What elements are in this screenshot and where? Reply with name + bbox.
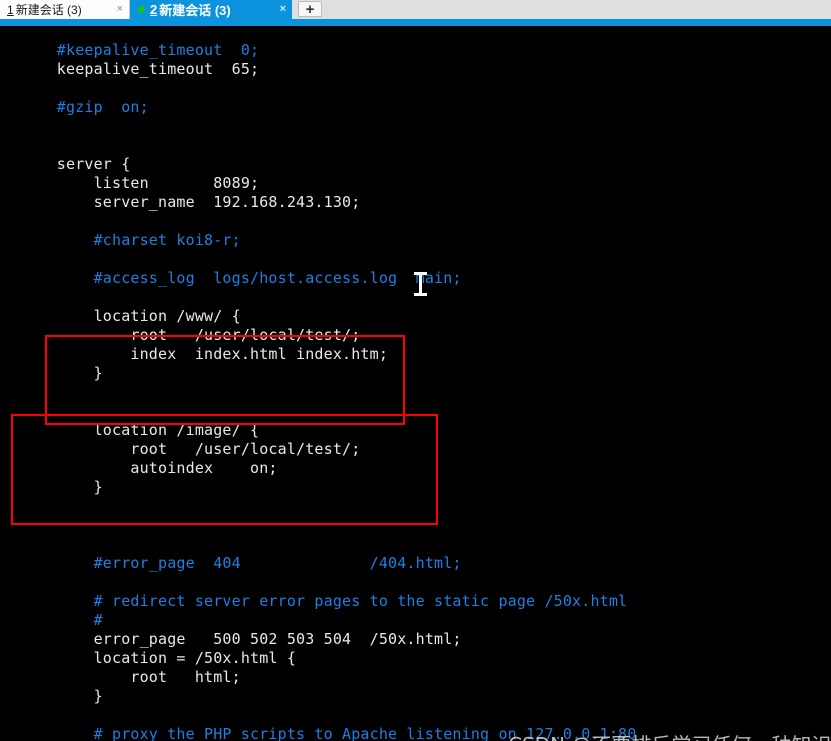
code-line: autoindex on; bbox=[20, 459, 278, 477]
code-line: root /user/local/test/; bbox=[20, 326, 361, 344]
code-line: #error_page 404 /404.html; bbox=[20, 554, 462, 572]
new-tab-button[interactable]: + bbox=[298, 1, 322, 18]
code-line: server { bbox=[20, 155, 131, 173]
terminal-pane[interactable]: #keepalive_timeout 0; keepalive_timeout … bbox=[0, 26, 831, 741]
code-line: } bbox=[20, 364, 103, 382]
code-line: root /user/local/test/; bbox=[20, 440, 361, 458]
code-line: #charset koi8-r; bbox=[20, 231, 241, 249]
code-line: #access_log logs/host.access.log main; bbox=[20, 269, 462, 287]
tab-2-label: 新建会话 (3) bbox=[159, 3, 231, 18]
text-cursor-icon bbox=[414, 272, 427, 296]
code-line: server_name 192.168.243.130; bbox=[20, 193, 361, 211]
code-line: } bbox=[20, 687, 103, 705]
tab-session-2[interactable]: 2 新建会话 (3) × bbox=[130, 0, 292, 19]
nginx-conf-text: #keepalive_timeout 0; keepalive_timeout … bbox=[20, 41, 636, 741]
tab-session-1[interactable]: 1 新建会话 (3) × bbox=[0, 0, 130, 19]
code-line: location = /50x.html { bbox=[20, 649, 297, 667]
tab-bar: 1 新建会话 (3) × 2 新建会话 (3) × + bbox=[0, 0, 831, 19]
code-line: error_page 500 502 503 504 /50x.html; bbox=[20, 630, 462, 648]
tab-2-close-icon[interactable]: × bbox=[280, 2, 286, 16]
code-line: location /www/ { bbox=[20, 307, 241, 325]
tab-1-label: 新建会话 (3) bbox=[15, 3, 82, 17]
code-line: # bbox=[20, 611, 103, 629]
tab-2-status-dot-icon bbox=[138, 6, 145, 13]
code-line: #keepalive_timeout 0; bbox=[20, 41, 260, 59]
code-line: # redirect server error pages to the sta… bbox=[20, 592, 628, 610]
tab-bar-empty-area bbox=[322, 0, 831, 19]
window-accent-band bbox=[0, 19, 831, 26]
code-line: keepalive_timeout 65; bbox=[20, 60, 260, 78]
tab-1-index: 1 bbox=[7, 2, 14, 17]
code-line: index index.html index.htm; bbox=[20, 345, 389, 363]
watermark-text: CSDN @不要排斥学习任何一种知识 bbox=[508, 733, 831, 741]
code-line: listen 8089; bbox=[20, 174, 260, 192]
tab-2-index: 2 bbox=[150, 2, 158, 17]
code-line: #gzip on; bbox=[20, 98, 149, 116]
code-line: location /image/ { bbox=[20, 421, 260, 439]
tab-1-close-icon[interactable]: × bbox=[117, 2, 123, 16]
code-line: root html; bbox=[20, 668, 241, 686]
code-line: } bbox=[20, 478, 103, 496]
